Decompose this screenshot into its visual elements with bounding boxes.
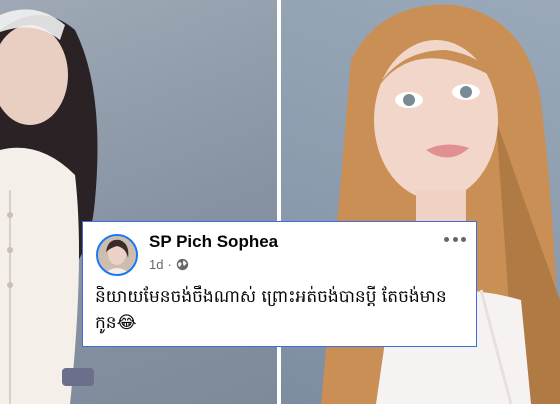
post-time[interactable]: 1d — [149, 257, 163, 272]
author-name[interactable]: SP Pich Sophea — [149, 232, 278, 252]
avatar[interactable] — [96, 234, 138, 276]
meta-separator: · — [167, 257, 172, 272]
post-meta: 1d · — [149, 257, 189, 272]
globe-icon — [176, 258, 188, 271]
post-text: និយាយមែនចង់ចឹងណាស់ ព្រោះអត់ចង់បានប្ដី តែ… — [95, 287, 447, 333]
facebook-post-card: SP Pich Sophea 1d · និយាយមែនចង់ចឹងណាស់ ព… — [82, 221, 477, 347]
avatar-image — [98, 236, 136, 274]
more-options-icon[interactable] — [444, 234, 466, 244]
